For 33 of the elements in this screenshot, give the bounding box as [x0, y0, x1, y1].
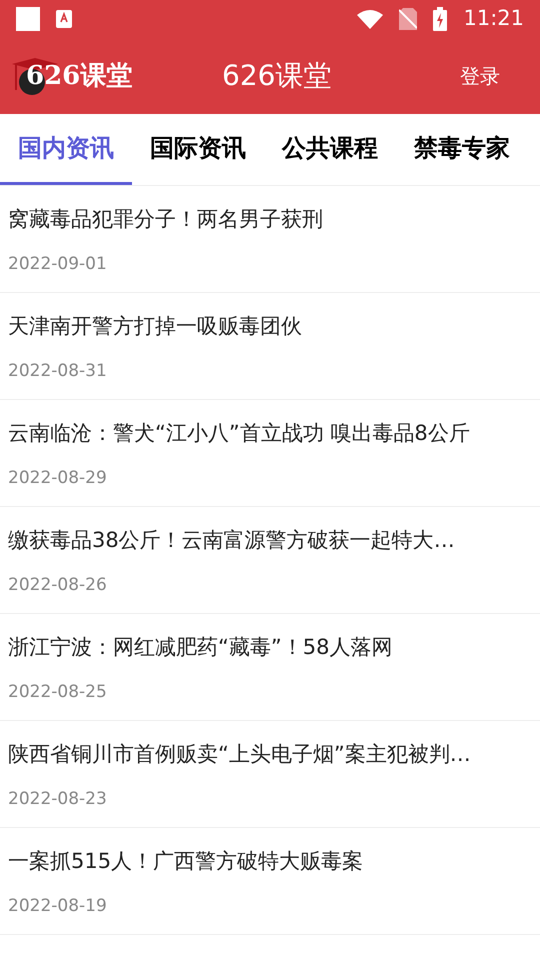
news-title: 一案抓515人！广西警方破特大贩毒案	[8, 848, 364, 875]
news-date: 2022-08-25	[8, 680, 108, 704]
news-item[interactable]: 云南临沧：警犬“江小八”首立战功 嗅出毒品8公斤 2022-08-29	[0, 400, 540, 507]
news-date: 2022-09-01	[8, 252, 108, 276]
news-title: 天津南开警方打掉一吸贩毒团伙	[8, 313, 303, 340]
news-title: 窝藏毒品犯罪分子！两名男子获刑	[8, 206, 324, 233]
news-item[interactable]: 窝藏毒品犯罪分子！两名男子获刑 2022-09-01	[0, 186, 540, 293]
news-item[interactable]: 浙江宁波：网红减肥药“藏毒”！58人落网 2022-08-25	[0, 614, 540, 721]
no-sim-icon	[399, 8, 418, 30]
news-title: 云南临沧：警犬“江小八”首立战功 嗅出毒品8公斤	[8, 420, 471, 447]
battery-charging-icon	[433, 7, 448, 31]
status-time: 11:21	[463, 5, 524, 32]
news-date: 2022-08-29	[8, 466, 108, 490]
app-notification-icon	[56, 10, 72, 28]
category-tab[interactable]: 国际资讯	[132, 114, 264, 185]
category-tab[interactable]: 禁毒专家	[396, 114, 528, 185]
news-item[interactable]: 一案抓515人！广西警方破特大贩毒案 2022-08-19	[0, 828, 540, 935]
news-item[interactable]: 陕西省铜川市首例贩卖“上头电子烟”案主犯被判… 2022-08-23	[0, 721, 540, 828]
news-date: 2022-08-23	[8, 788, 108, 810]
news-title: 陕西省铜川市首例贩卖“上头电子烟”案主犯被判…	[8, 741, 472, 768]
news-date: 2022-08-19	[8, 894, 108, 918]
notification-square-icon	[16, 7, 40, 31]
news-date: 2022-08-31	[8, 360, 108, 382]
wifi-icon	[357, 9, 384, 29]
category-tab[interactable]: 国内资讯	[0, 114, 132, 185]
header-title: 626课堂	[222, 58, 332, 94]
login-button[interactable]: 登录	[460, 61, 500, 91]
news-item[interactable]: 缴获毒品38公斤！云南富源警方破获一起特大… 2022-08-26	[0, 507, 540, 614]
category-tab[interactable]: 公共课程	[264, 114, 396, 185]
news-title: 浙江宁波：网红减肥药“藏毒”！58人落网	[8, 634, 394, 661]
news-date: 2022-08-26	[8, 574, 108, 596]
news-title: 缴获毒品38公斤！云南富源警方破获一起特大…	[8, 527, 456, 554]
news-item[interactable]: 天津南开警方打掉一吸贩毒团伙 2022-08-31	[0, 293, 540, 400]
